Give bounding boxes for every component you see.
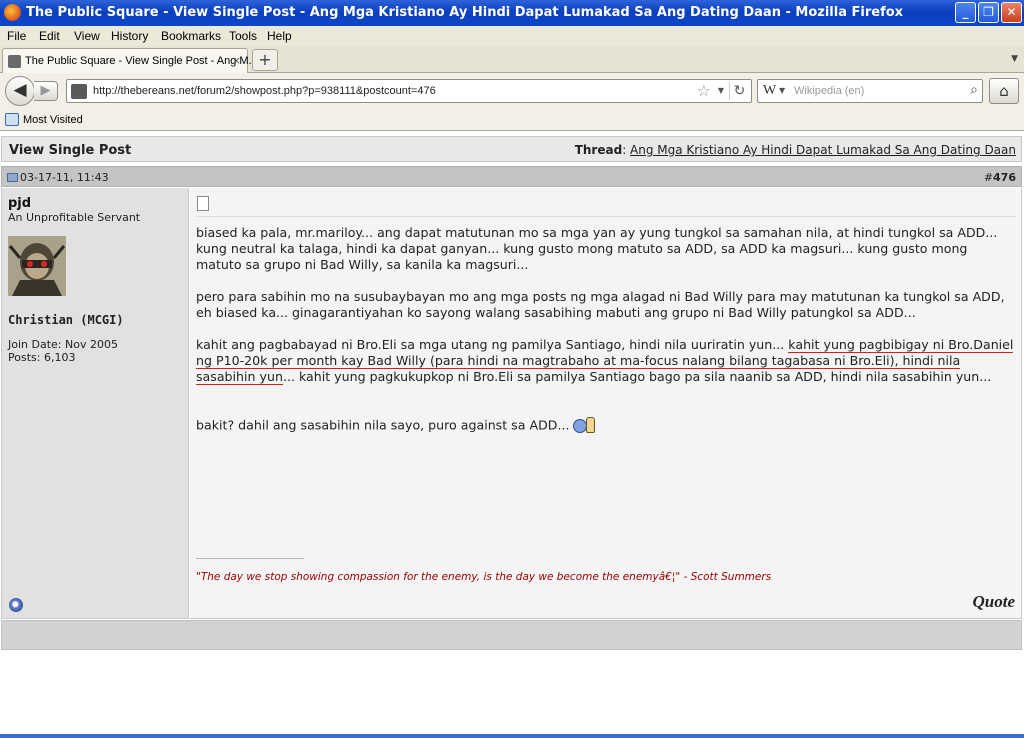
wikipedia-icon[interactable]: W bbox=[763, 83, 776, 99]
new-tab-button[interactable]: + bbox=[252, 49, 278, 71]
thread-label: Thread bbox=[574, 143, 623, 157]
menu-tools[interactable]: Tools bbox=[229, 29, 257, 43]
bookmark-star-icon[interactable]: ☆ bbox=[697, 81, 711, 100]
back-button[interactable]: ◀ bbox=[5, 76, 35, 106]
bookmarks-bar: Most Visited bbox=[0, 109, 1024, 131]
user-post-count: Posts: 6,103 bbox=[8, 351, 76, 364]
post-paragraph-2: pero para sabihin mo na susubaybayan mo … bbox=[196, 289, 1005, 320]
page-title: View Single Post bbox=[9, 143, 132, 158]
close-button[interactable]: ✕ bbox=[1001, 2, 1022, 23]
view-single-post-header: View Single Post Thread: Ang Mga Kristia… bbox=[1, 136, 1022, 162]
post-paragraph-4: bakit? dahil ang sasabihin nila sayo, pu… bbox=[196, 417, 1016, 435]
home-button[interactable]: ⌂ bbox=[989, 78, 1019, 104]
bookmark-most-visited[interactable]: Most Visited bbox=[23, 114, 83, 126]
url-bar[interactable]: http://thebereans.net/forum2/showpost.ph… bbox=[66, 79, 752, 103]
post-divider bbox=[196, 216, 1016, 217]
menu-file[interactable]: File bbox=[7, 29, 26, 43]
window-title: The Public Square - View Single Post - A… bbox=[26, 5, 904, 20]
user-join-date: Join Date: Nov 2005 bbox=[8, 338, 118, 351]
menu-view[interactable]: View bbox=[74, 29, 100, 43]
navigation-bar: ◀ ▶ http://thebereans.net/forum2/showpos… bbox=[0, 73, 1024, 109]
post-header-row: 03-17-11, 11:43 #476 bbox=[1, 166, 1022, 187]
menu-edit[interactable]: Edit bbox=[39, 29, 60, 43]
taskbar-edge bbox=[0, 734, 1024, 738]
post-number[interactable]: #476 bbox=[984, 171, 1016, 184]
signature: "The day we stop showing compassion for … bbox=[196, 571, 772, 583]
user-title: An Unprofitable Servant bbox=[8, 211, 141, 224]
username[interactable]: pjd bbox=[8, 196, 31, 211]
tab-active[interactable]: The Public Square - View Single Post - A… bbox=[2, 48, 258, 73]
back-arrow-icon: ◀ bbox=[13, 80, 27, 100]
post-footer bbox=[1, 620, 1022, 650]
title-bar: The Public Square - View Single Post - A… bbox=[0, 0, 1024, 26]
post-paragraph-3: kahit ang pagbabayad ni Bro.Eli sa mga u… bbox=[196, 337, 1016, 385]
page-content: View Single Post Thread: Ang Mga Kristia… bbox=[0, 132, 1024, 734]
maximize-button[interactable]: ❐ bbox=[978, 2, 999, 23]
menu-help[interactable]: Help bbox=[267, 29, 292, 43]
site-favicon-icon bbox=[8, 55, 21, 68]
forward-button[interactable]: ▶ bbox=[34, 81, 58, 101]
post-paragraph-4-text: bakit? dahil ang sasabihin nila sayo, pu… bbox=[196, 417, 574, 433]
user-info-panel: pjd An Unprofitable Servant Christian (M… bbox=[1, 188, 189, 619]
post-paragraph-1: biased ka pala, mr.mariloy... ang dapat … bbox=[196, 225, 998, 272]
reload-icon[interactable]: ↻ bbox=[729, 82, 749, 100]
tab-label: The Public Square - View Single Post - A… bbox=[25, 55, 258, 67]
minimize-button[interactable]: _ bbox=[955, 2, 976, 23]
search-engine-dropdown-icon[interactable]: ▼ bbox=[779, 86, 785, 95]
most-visited-icon bbox=[5, 113, 19, 126]
url-history-dropdown-icon[interactable]: ▼ bbox=[718, 86, 724, 95]
post-paragraph-3-end: ... kahit yung pagkukupkop ni Bro.Eli sa… bbox=[282, 369, 992, 384]
menu-bookmarks[interactable]: Bookmarks bbox=[161, 29, 221, 43]
post-date: 03-17-11, 11:43 bbox=[20, 171, 109, 184]
post-body: biased ka pala, mr.mariloy... ang dapat … bbox=[190, 188, 1022, 619]
tab-close-button[interactable]: × bbox=[232, 54, 241, 67]
post-icon bbox=[7, 173, 18, 182]
menu-history[interactable]: History bbox=[111, 29, 148, 43]
home-icon: ⌂ bbox=[999, 82, 1009, 100]
tab-bar: The Public Square - View Single Post - A… bbox=[0, 46, 1024, 73]
thread-info: Thread: Ang Mga Kristiano Ay Hindi Dapat… bbox=[574, 143, 1016, 157]
signature-divider bbox=[196, 558, 304, 559]
tab-list-chevron-icon[interactable]: ▼ bbox=[1011, 54, 1018, 64]
avatar-image bbox=[8, 236, 66, 296]
forward-arrow-icon: ▶ bbox=[40, 83, 51, 98]
avatar bbox=[8, 236, 66, 296]
post-number-value: 476 bbox=[993, 171, 1016, 184]
url-text[interactable]: http://thebereans.net/forum2/showpost.ph… bbox=[93, 85, 436, 97]
search-bar[interactable]: W ▼ Wikipedia (en) ⌕ bbox=[757, 79, 983, 103]
document-icon bbox=[197, 196, 209, 211]
menu-bar: File Edit View History Bookmarks Tools H… bbox=[0, 26, 1024, 46]
post-number-prefix: # bbox=[983, 171, 994, 184]
smiley-thumbs-up-icon bbox=[573, 417, 597, 435]
user-group: Christian (MCGI) bbox=[8, 313, 124, 327]
thread-link[interactable]: Ang Mga Kristiano Ay Hindi Dapat Lumakad… bbox=[630, 143, 1016, 157]
post-paragraph-3-start: kahit ang pagbabayad ni Bro.Eli sa mga u… bbox=[196, 337, 789, 352]
firefox-icon bbox=[4, 4, 21, 21]
site-identity-icon[interactable] bbox=[71, 84, 87, 99]
search-input-placeholder[interactable]: Wikipedia (en) bbox=[794, 85, 864, 97]
quote-button[interactable]: Quote bbox=[973, 592, 1016, 612]
search-icon[interactable]: ⌕ bbox=[970, 82, 978, 98]
online-status-icon bbox=[9, 598, 23, 612]
